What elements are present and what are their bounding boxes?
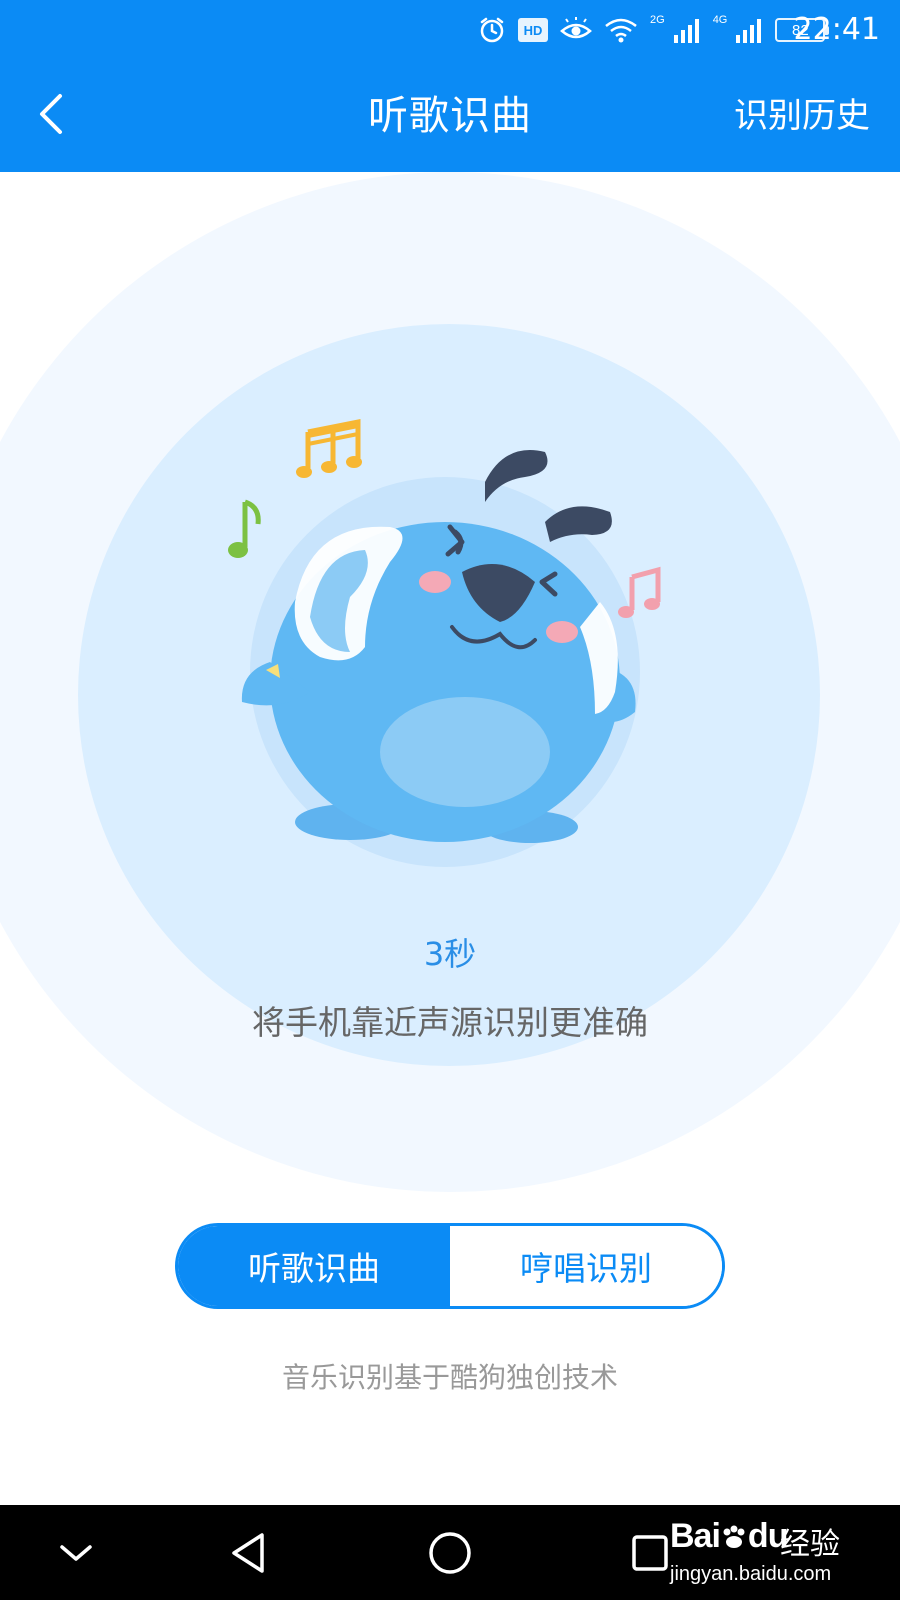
mascot-left-cheek [419, 571, 451, 593]
title-bar: 听歌识曲 识别历史 [0, 60, 900, 172]
app-screen: HD 2G 4G 82 22:41 听歌识曲 识别历史 3秒 将手机靠近声源识别… [0, 0, 900, 1600]
history-button[interactable]: 识别历史 [734, 92, 870, 140]
watermark-url: jingyan.baidu.com [670, 1563, 832, 1585]
hd-icon: HD [518, 18, 548, 42]
status-icons: HD 2G 4G 82 [478, 12, 830, 48]
status-time: 22:41 [793, 12, 880, 47]
mascot-belly [380, 697, 550, 807]
footer-note: 音乐识别基于酷狗独创技术 [281, 1361, 618, 1394]
music-note-orange-icon [296, 418, 362, 478]
tab-song-recognition[interactable]: 听歌识曲 [178, 1226, 450, 1306]
system-navigation-bar: Bai du 经验 jingyan.baidu.com [0, 1505, 900, 1600]
main-content: 3秒 将手机靠近声源识别更准确 听歌识曲 哼唱识别 音乐识别基于酷狗独创技术 [0, 172, 900, 1505]
signal-2g-icon [673, 19, 699, 43]
collapse-nav-button[interactable] [48, 1525, 104, 1581]
baidu-jingyan-watermark: Bai du 经验 jingyan.baidu.com [670, 1513, 860, 1593]
back-nav-button[interactable] [222, 1525, 278, 1581]
tab-humming-recognition[interactable]: 哼唱识别 [450, 1226, 722, 1306]
collapse-chevron-down-icon [60, 1545, 92, 1561]
net-4g-label: 4G [712, 14, 728, 26]
signal-4g-icon [736, 19, 762, 43]
paw-icon [723, 1525, 745, 1549]
music-note-pink-icon [618, 566, 661, 618]
top-bar: HD 2G 4G 82 22:41 听歌识曲 识别历史 [0, 0, 900, 172]
status-bar: HD 2G 4G 82 22:41 [0, 0, 900, 60]
alarm-icon [480, 17, 504, 43]
eye-comfort-icon [560, 17, 592, 39]
mascot-right-cheek [546, 621, 578, 643]
music-note-green-icon [228, 499, 261, 558]
home-nav-button[interactable] [422, 1525, 478, 1581]
mode-switch: 听歌识曲 哼唱识别 [175, 1223, 725, 1309]
kugou-mascot-illustration [228, 418, 661, 867]
watermark-brand: Bai du [670, 1517, 788, 1555]
net-2g-label: 2G [650, 14, 665, 26]
back-triangle-icon [232, 1533, 264, 1573]
countdown-timer: 3秒 [423, 935, 477, 973]
home-circle-icon [429, 1532, 471, 1574]
wifi-icon [605, 18, 637, 43]
hint-text: 将手机靠近声源识别更准确 [252, 1003, 648, 1042]
watermark-jingyan: 经验 [780, 1527, 840, 1562]
